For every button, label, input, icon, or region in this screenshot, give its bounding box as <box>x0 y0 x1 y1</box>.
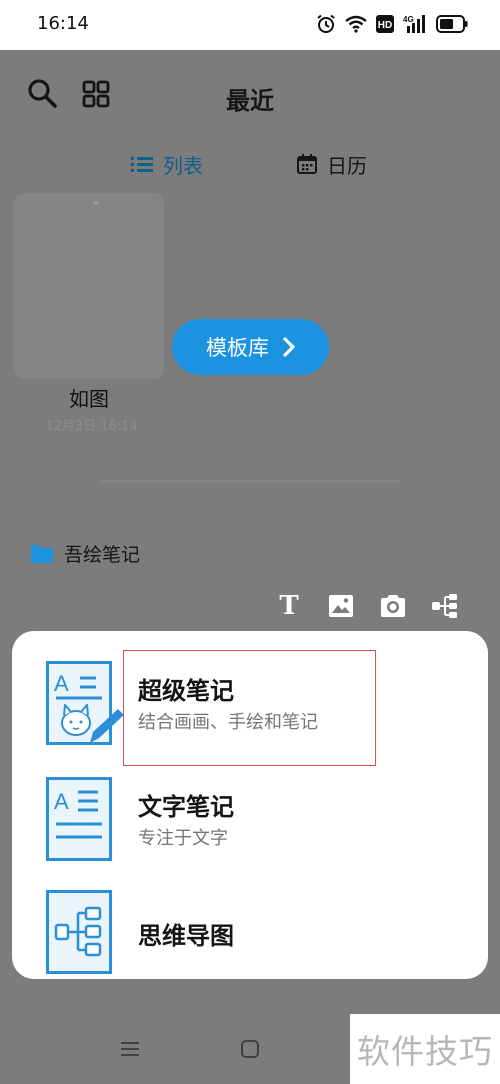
svg-text:A: A <box>54 789 69 814</box>
template-library-label: 模板库 <box>206 336 269 360</box>
home-icon[interactable] <box>240 1039 260 1059</box>
super-note-icon: A <box>46 661 124 745</box>
template-library-button[interactable]: 模板库 <box>172 319 329 375</box>
tab-list[interactable]: 列表 <box>131 144 203 184</box>
list-icon <box>131 157 153 172</box>
text-note-title: 文字笔记 <box>138 793 234 821</box>
navigation-bar <box>0 1014 350 1084</box>
new-note-sheet: A 超级笔记 结合画画、手绘和笔记 A 文字笔记 专注于文字 思维导图 <box>12 631 488 979</box>
alarm-icon <box>317 14 335 33</box>
mindmap-title: 思维导图 <box>138 922 234 950</box>
status-time: 16:14 <box>37 13 89 34</box>
calendar-icon <box>297 154 317 174</box>
note-title[interactable]: 如图 <box>14 383 164 412</box>
note-date: 12月3日 16:14 <box>45 419 138 434</box>
mindmap-icon <box>46 890 112 974</box>
svg-text:4G: 4G <box>403 15 414 24</box>
menu-icon[interactable] <box>120 1039 140 1059</box>
highlight-box <box>123 650 376 766</box>
folder-name: 吾绘笔记 <box>64 544 141 566</box>
top-bar: 最近 <box>0 50 500 140</box>
svg-text:HD: HD <box>378 20 392 31</box>
image-tool-icon[interactable] <box>326 591 356 621</box>
page-title: 最近 <box>226 87 274 115</box>
chevron-right-icon <box>283 337 295 357</box>
battery-icon <box>436 15 468 33</box>
quick-tools: T <box>274 591 460 621</box>
folder-item[interactable]: 吾绘笔记 <box>30 540 140 567</box>
note-card-thumbnail[interactable] <box>14 193 164 379</box>
tab-calendar-label: 日历 <box>327 153 367 178</box>
status-bar: 16:14 HD 4G <box>0 0 500 50</box>
4g-signal-icon: 4G <box>403 15 425 33</box>
tab-calendar[interactable]: 日历 <box>297 144 367 184</box>
view-tabs: 列表 日历 <box>0 144 500 184</box>
folder-icon <box>31 544 53 563</box>
hd-icon: HD <box>376 15 394 33</box>
watermark: 软件技巧 <box>350 1014 500 1084</box>
text-note-option[interactable]: A 文字笔记 专注于文字 <box>12 763 488 863</box>
status-icons: HD 4G <box>316 13 468 35</box>
divider <box>100 480 400 483</box>
svg-text:A: A <box>54 671 69 696</box>
mindmap-option[interactable]: 思维导图 <box>12 876 488 976</box>
text-note-icon: A <box>46 777 112 861</box>
card-dot <box>94 201 98 205</box>
wifi-icon <box>345 15 367 33</box>
text-note-subtitle: 专注于文字 <box>138 828 228 849</box>
mindmap-tool-icon[interactable] <box>430 591 460 621</box>
camera-tool-icon[interactable] <box>378 591 408 621</box>
tab-list-label: 列表 <box>163 153 203 178</box>
text-tool-icon[interactable]: T <box>274 591 304 621</box>
